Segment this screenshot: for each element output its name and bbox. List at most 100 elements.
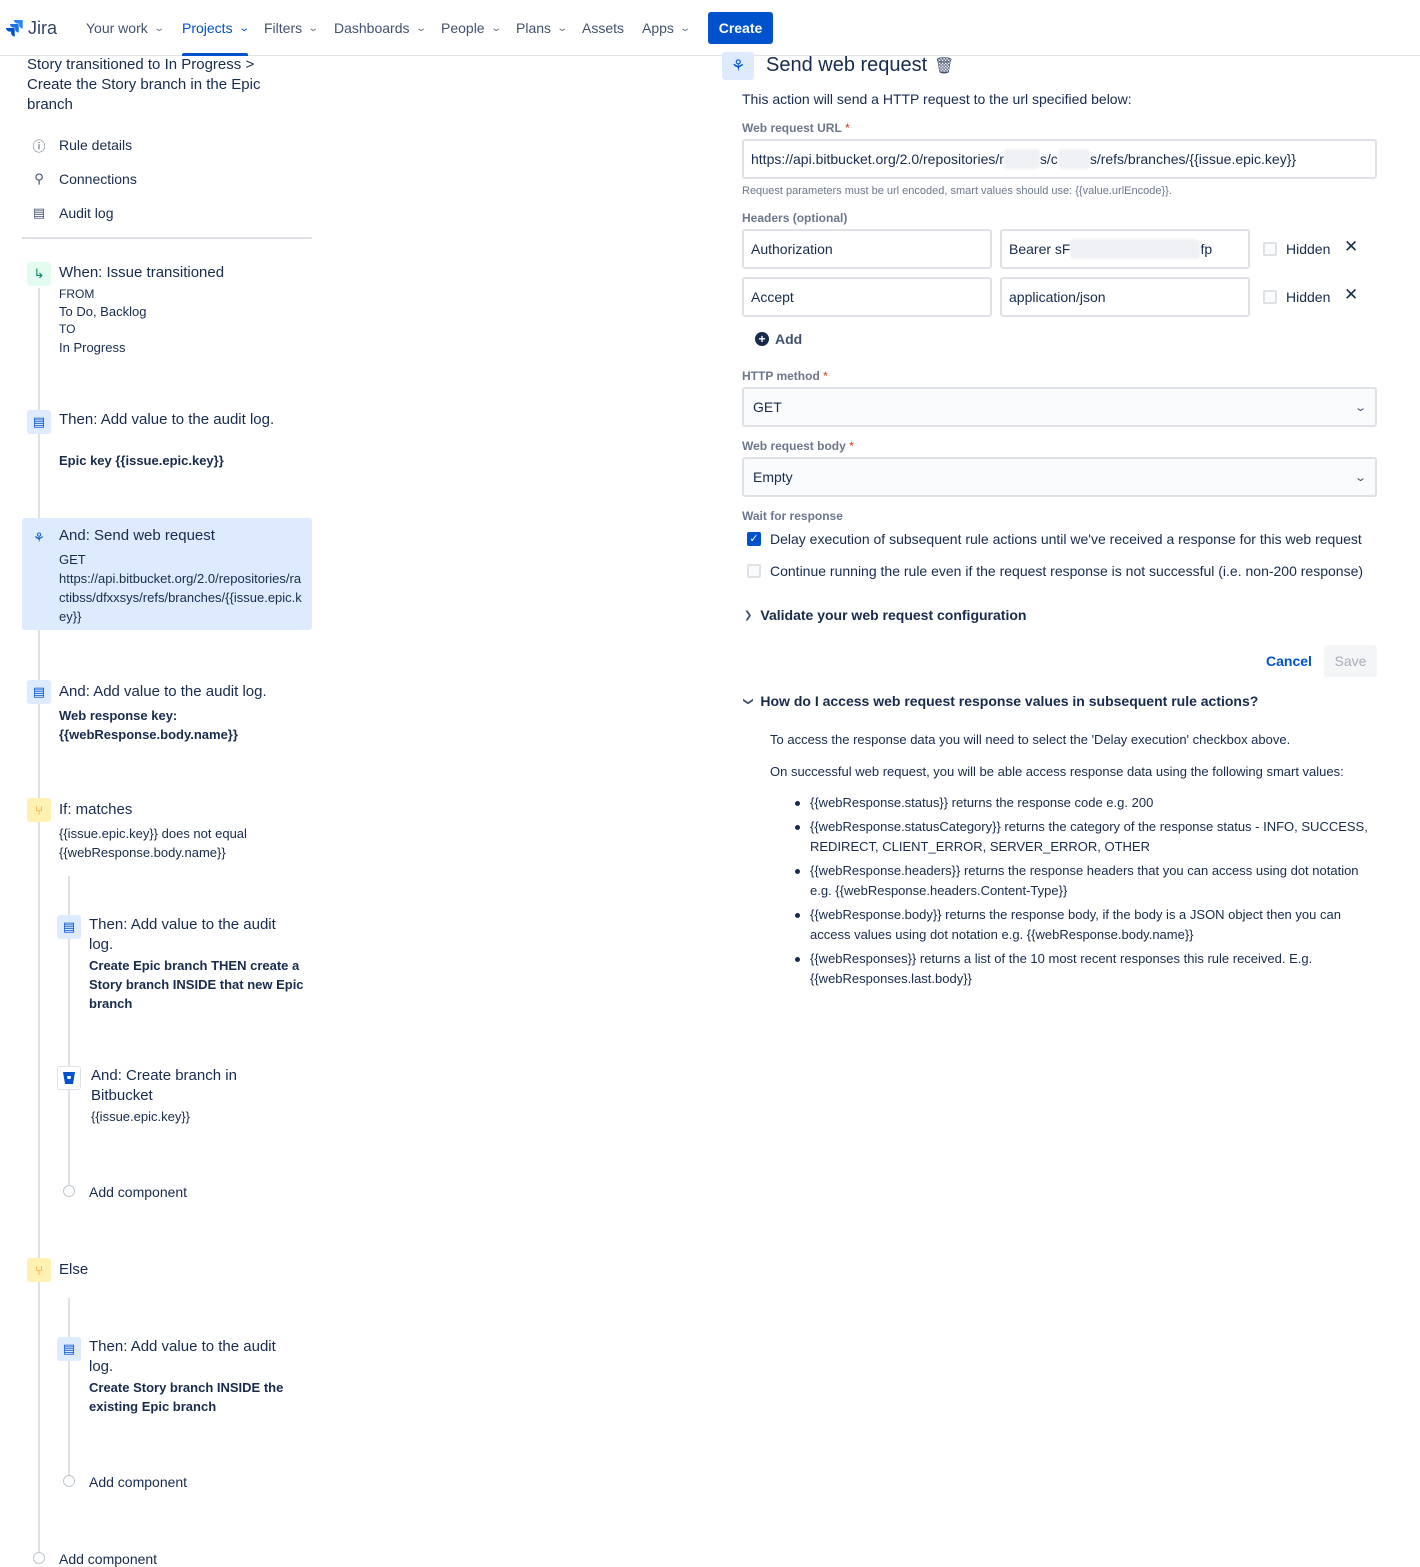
add-label: Add xyxy=(775,331,803,347)
panel-description: This action will send a HTTP request to … xyxy=(742,91,1132,107)
condition-title[interactable]: If: matches xyxy=(59,800,132,820)
nav-plans[interactable]: Plans ⌄ xyxy=(516,0,568,56)
url-text-part: s/refs/branches/{{issue.epic.key}} xyxy=(1089,151,1297,167)
sidebar-divider xyxy=(22,237,312,239)
audit-log-icon: ▤ xyxy=(27,680,51,704)
hidden-checkbox[interactable] xyxy=(1263,290,1277,304)
audit-log-icon: ▤ xyxy=(57,1337,81,1361)
add-component-button[interactable]: Add component xyxy=(59,1551,157,1567)
list-item: {{webResponses}} returns a list of the 1… xyxy=(790,949,1380,989)
http-method-select[interactable]: GET ⌄ xyxy=(742,387,1377,427)
request-body-select[interactable]: Empty ⌄ xyxy=(742,457,1377,497)
chevron-down-icon: ⌄ xyxy=(1353,401,1367,414)
chevron-right-icon: ❯ xyxy=(744,609,753,621)
web-request-title[interactable]: And: Send web request xyxy=(59,526,215,546)
save-button[interactable]: Save xyxy=(1324,645,1377,677)
create-button[interactable]: Create xyxy=(708,12,773,44)
faq-list: {{webResponse.status}} returns the respo… xyxy=(790,793,1380,993)
chevron-down-icon: ⌄ xyxy=(489,22,502,34)
request-body-value: Empty xyxy=(753,469,793,485)
log3-title[interactable]: Then: Add value to the audit log. xyxy=(89,915,289,955)
list-item: {{webResponse.headers}} returns the resp… xyxy=(790,861,1380,901)
log1-title[interactable]: Then: Add value to the audit log. xyxy=(59,410,289,430)
method-label: HTTP method * xyxy=(742,369,828,383)
add-header-button[interactable]: + Add xyxy=(755,331,802,347)
flow-line-else xyxy=(68,1298,70,1476)
add-component-button[interactable]: Add component xyxy=(89,1184,187,1200)
connections-link[interactable]: ⚲ Connections xyxy=(31,169,137,189)
hidden-label: Hidden xyxy=(1286,289,1331,305)
header-value-input[interactable]: Bearer sF fp xyxy=(1000,229,1250,269)
hidden-checkbox[interactable] xyxy=(1263,242,1277,256)
trigger-title[interactable]: When: Issue transitioned xyxy=(59,263,224,283)
delay-checkbox[interactable]: ✓ xyxy=(747,532,761,546)
web-request-url: https://api.bitbucket.org/2.0/repositori… xyxy=(59,571,302,624)
list-item: {{webResponse.statusCategory}} returns t… xyxy=(790,817,1380,857)
link-label: Connections xyxy=(59,171,137,187)
validate-expander[interactable]: ❯ Validate your web request configuratio… xyxy=(744,607,1026,623)
jira-logo-text: Jira xyxy=(28,17,58,38)
nav-projects[interactable]: Projects ⌄ xyxy=(182,0,250,56)
headers-label: Headers (optional) xyxy=(742,211,848,225)
url-hint: Request parameters must be url encoded, … xyxy=(742,185,1172,197)
top-navigation: Jira Your work ⌄ Projects ⌄ Filters ⌄ Dashb… xyxy=(0,0,1420,56)
redacted-text xyxy=(1057,149,1090,169)
remove-header-icon[interactable]: ✕ xyxy=(1344,237,1358,257)
log2-detail: Web response key: {{webResponse.body.nam… xyxy=(59,708,238,742)
header-key-input[interactable]: Authorization xyxy=(742,229,992,269)
body-label: Web request body * xyxy=(742,439,854,453)
add-component-dot xyxy=(63,1475,75,1487)
else-title[interactable]: Else xyxy=(59,1260,88,1280)
rule-details-link[interactable]: ⓘ Rule details xyxy=(31,135,132,155)
add-component-dot xyxy=(63,1185,75,1197)
log4-title[interactable]: Then: Add value to the audit log. xyxy=(89,1337,289,1377)
chevron-down-icon: ❯ xyxy=(742,696,754,706)
flow-line-main xyxy=(38,288,40,1556)
nav-assets[interactable]: Assets xyxy=(582,0,624,56)
log2-title[interactable]: And: Add value to the audit log. xyxy=(59,682,267,702)
faq-title: How do I access web request response val… xyxy=(760,693,1259,709)
nav-label: Plans xyxy=(516,20,552,36)
link-label: Audit log xyxy=(59,205,114,221)
remove-header-icon[interactable]: ✕ xyxy=(1344,285,1358,305)
url-label: Web request URL * xyxy=(742,121,850,135)
url-text-part: s/c xyxy=(1039,151,1058,167)
nav-people[interactable]: People ⌄ xyxy=(441,0,502,56)
trigger-to-label: TO xyxy=(59,322,76,336)
nav-apps[interactable]: Apps ⌄ xyxy=(642,0,691,56)
cancel-button[interactable]: Cancel xyxy=(1266,653,1312,669)
nav-filters[interactable]: Filters ⌄ xyxy=(264,0,320,56)
continue-checkbox[interactable] xyxy=(747,564,761,578)
header-value-input[interactable]: application/json xyxy=(1000,277,1250,317)
url-input[interactable]: https://api.bitbucket.org/2.0/repositori… xyxy=(742,139,1377,179)
jira-logo[interactable]: Jira xyxy=(4,16,57,40)
nav-your-work[interactable]: Your work ⌄ xyxy=(86,0,165,56)
delete-icon[interactable]: 🗑 xyxy=(934,56,954,76)
chevron-down-icon: ⌄ xyxy=(153,22,165,34)
list-item: {{webResponse.status}} returns the respo… xyxy=(790,793,1380,813)
log3-detail: Create Epic branch THEN create a Story b… xyxy=(89,958,304,1011)
chevron-down-icon: ⌄ xyxy=(307,22,320,34)
log1-detail: Epic key {{issue.epic.key}} xyxy=(59,453,224,468)
validate-label: Validate your web request configuration xyxy=(760,607,1027,623)
add-component-button[interactable]: Add component xyxy=(89,1474,187,1490)
panel-title: Send web request xyxy=(766,54,928,76)
trigger-icon: ↳ xyxy=(27,262,51,286)
delay-label: Delay execution of subsequent rule actio… xyxy=(770,531,1362,547)
audit-log-icon: ▤ xyxy=(27,410,51,434)
nav-label: Apps xyxy=(642,20,674,36)
add-component-dot xyxy=(33,1552,45,1564)
rule-title: Story transitioned to In Progress > Crea… xyxy=(27,56,261,113)
nav-dashboards[interactable]: Dashboards ⌄ xyxy=(334,0,427,56)
info-icon: ⓘ xyxy=(32,138,46,154)
bitbucket-icon xyxy=(57,1066,81,1090)
audit-log-icon: ▤ xyxy=(57,915,81,939)
list-item: {{webResponse.body}} returns the respons… xyxy=(790,905,1380,945)
header-key-input[interactable]: Accept xyxy=(742,277,992,317)
faq-paragraph: To access the response data you will nee… xyxy=(770,732,1291,747)
faq-expander[interactable]: ❯ How do I access web request response v… xyxy=(742,693,1259,709)
create-branch-title[interactable]: And: Create branch in Bitbucket xyxy=(91,1066,291,1106)
audit-log-link[interactable]: ▤ Audit log xyxy=(31,203,114,223)
trigger-to: In Progress xyxy=(59,340,126,355)
header-value-text: fp xyxy=(1200,241,1213,257)
